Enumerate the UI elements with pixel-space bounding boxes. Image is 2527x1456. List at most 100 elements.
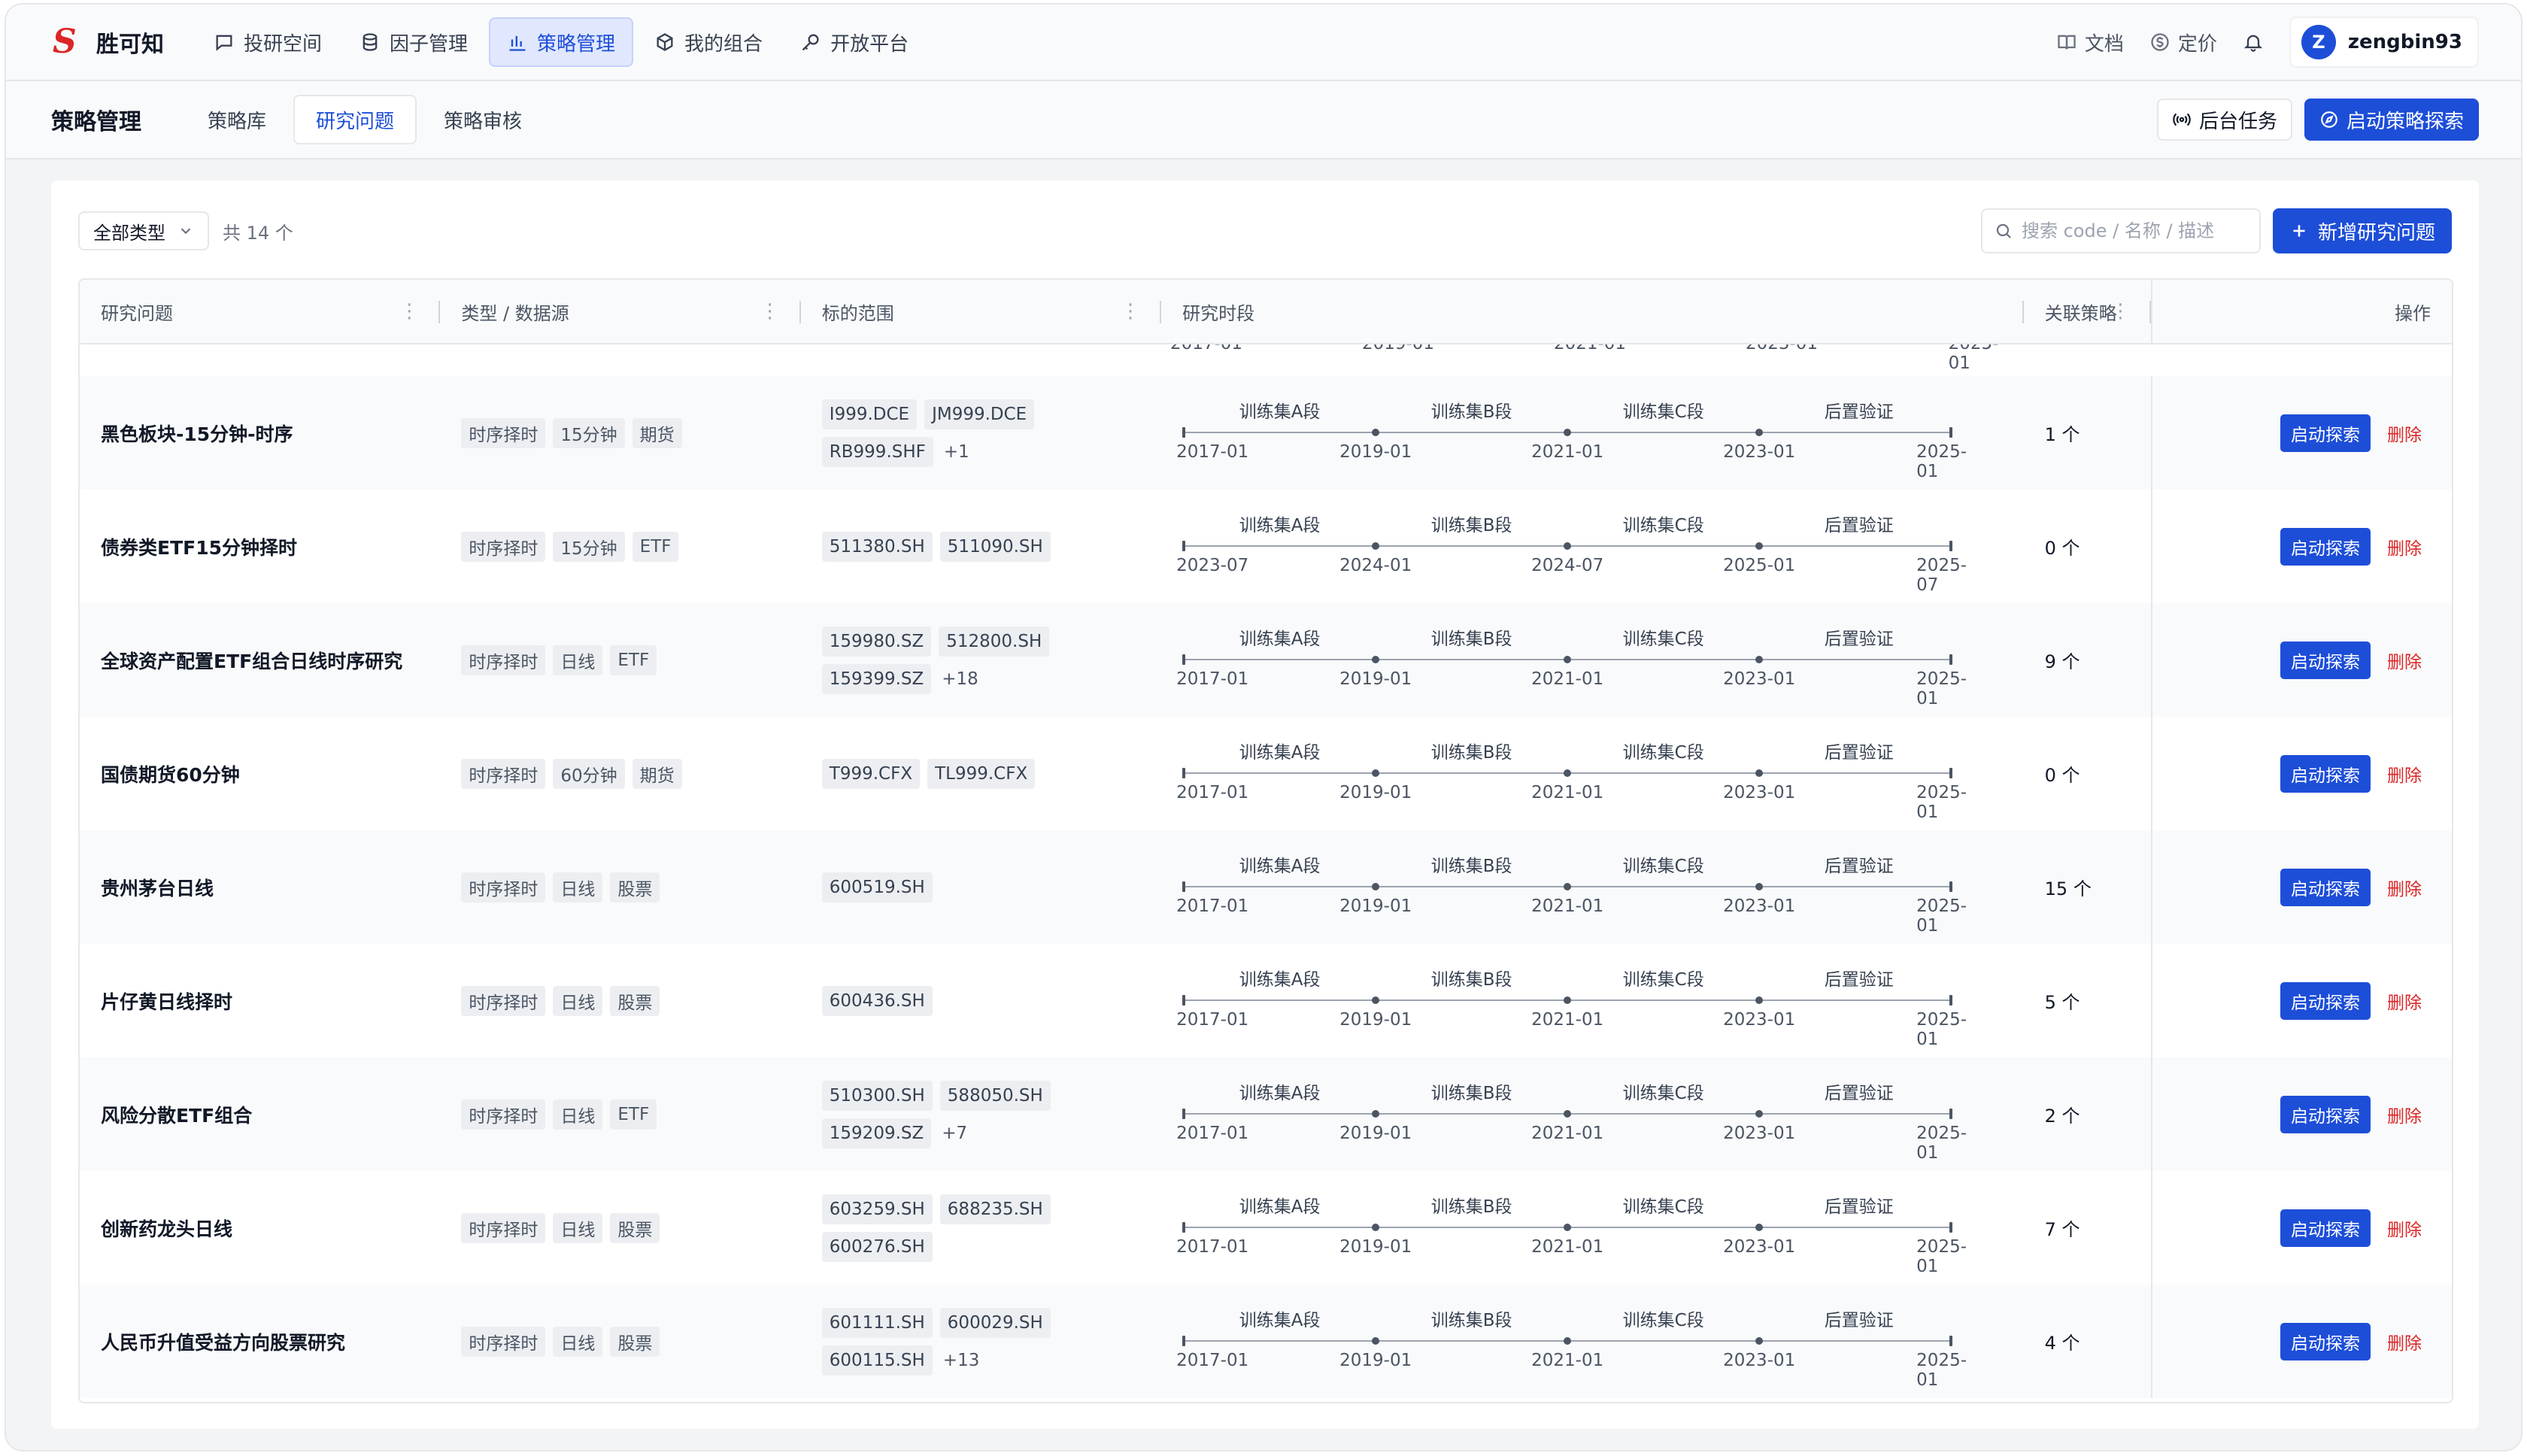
type-tag: ETF [610,1099,657,1130]
column-header-strategies[interactable]: 关联策略 ⋮ [2024,280,2152,343]
strategy-count[interactable]: 0 个 [2024,717,2152,830]
column-header-type[interactable]: 类型 / 数据源 ⋮ [440,280,801,343]
table-row[interactable]: 全球资产配置ETF组合日线时序研究 时序择时 日线 ETF 159980.SZ 51280… [80,603,2452,717]
book-icon [2058,35,2076,50]
start-strategy-explore-button[interactable]: 启动策略探索 [2304,99,2479,141]
header-label: 关联策略 [2044,302,2117,324]
question-name[interactable]: 黑色板块-15分钟-时序 [101,420,293,447]
question-name[interactable]: 贵州茅台日线 [101,874,214,901]
tab-strategy-review[interactable]: 策略审核 [423,95,543,144]
timeline-marker [1755,883,1764,890]
strategy-count[interactable]: 5 个 [2024,944,2152,1057]
strategy-count[interactable]: 9 个 [2024,603,2152,717]
tab-research-questions[interactable]: 研究问题 [293,95,417,144]
tab-strategy-library[interactable]: 策略库 [187,95,287,144]
question-name[interactable]: 风险分散ETF组合 [101,1101,252,1128]
table-row[interactable]: 黑色板块-15分钟-时序 时序择时 15分钟 期货 I999.DCE JM999.DCE R… [80,376,2452,490]
scrolled-row-remnant: 2017-01 2019-01 2021-01 2023-01 2025-01 [80,344,2452,376]
table-row[interactable]: 创新药龙头日线 时序择时 日线 股票 603259.SH 688235.SH 600276.… [80,1171,2452,1285]
more-symbols-count[interactable]: +18 [942,669,978,689]
table-row[interactable]: 债券类ETF15分钟择时 时序择时 15分钟 ETF 511380.SH 511090.S… [80,490,2452,603]
notifications-button[interactable] [2243,32,2264,53]
strategy-count[interactable]: 1 个 [2024,376,2152,490]
logo[interactable]: S 胜可知 [53,26,164,59]
question-name[interactable]: 全球资产配置ETF组合日线时序研究 [101,647,402,674]
symbol-list: T999.CFX TL999.CFX [821,758,1036,789]
search-input[interactable] [2021,220,2247,241]
segment-label: 训练集A段 [1239,629,1321,649]
symbol-code: 511380.SH [821,531,933,562]
add-research-question-button[interactable]: 新增研究问题 [2272,208,2452,253]
background-tasks-button[interactable]: 后台任务 [2156,99,2292,141]
strategy-count[interactable]: 0 个 [2024,490,2152,603]
start-explore-button[interactable]: 启动探索 [2280,868,2371,906]
more-symbols-count[interactable]: +7 [942,1124,967,1143]
table-row[interactable]: 国债期货60分钟 时序择时 60分钟 期货 T999.CFX TL999.CFX 训练集A段… [80,717,2452,830]
delete-button[interactable]: 删除 [2387,534,2422,560]
symbol-line: 600276.SH [821,1231,1051,1262]
table-row[interactable]: 人民币升值受益方向股票研究 时序择时 日线 股票 601111.SH 600029.SH 6… [80,1285,2452,1398]
start-explore-button[interactable]: 启动探索 [2280,981,2371,1020]
column-header-symbols[interactable]: 标的范围 ⋮ [801,280,1162,343]
start-explore-button[interactable]: 启动探索 [2280,1095,2371,1133]
pricing-link[interactable]: 定价 [2149,29,2217,56]
search-box[interactable] [1980,208,2261,253]
delete-button[interactable]: 删除 [2387,1215,2422,1241]
question-cell: 片仔黄日线择时 [80,944,440,1057]
start-explore-button[interactable]: 启动探索 [2280,754,2371,793]
strategy-count[interactable]: 2 个 [2024,1057,2152,1171]
docs-link[interactable]: 文档 [2056,29,2124,56]
start-explore-button[interactable]: 启动探索 [2280,414,2371,452]
compass-icon [2321,111,2337,128]
column-header-question[interactable]: 研究问题 ⋮ [80,280,441,343]
more-symbols-count[interactable]: +1 [944,442,969,462]
chat-icon [216,35,232,51]
type-tag: 时序择时 [461,1212,546,1243]
delete-button[interactable]: 删除 [2387,1102,2422,1127]
column-header-period[interactable]: 研究时段 [1161,280,2024,343]
column-menu-icon[interactable]: ⋮ [760,300,780,323]
question-name[interactable]: 国债期货60分钟 [101,760,240,787]
timeline-date: 2023-01 [1746,344,1818,353]
start-explore-button[interactable]: 启动探索 [2280,641,2371,679]
nav-item-open-platform[interactable]: 开放平台 [784,17,925,67]
symbol-code: 159980.SZ [821,626,932,657]
timeline-date: 2023-01 [1723,442,1796,462]
delete-button[interactable]: 删除 [2387,1329,2422,1354]
nav-item-research-space[interactable]: 投研空间 [197,17,338,67]
nav-item-my-portfolio[interactable]: 我的组合 [638,17,779,67]
timeline-marker [1182,1222,1186,1233]
page-title: 策略管理 [51,109,141,135]
type-filter-select[interactable]: 全部类型 [78,211,209,250]
type-tags: 时序择时 日线 股票 [461,985,660,1016]
delete-button[interactable]: 删除 [2387,648,2422,673]
start-explore-button[interactable]: 启动探索 [2280,527,2371,566]
nav-item-factor-management[interactable]: 因子管理 [343,17,484,67]
delete-button[interactable]: 删除 [2387,875,2422,900]
more-symbols-count[interactable]: +13 [943,1351,980,1370]
table-row[interactable]: 风险分散ETF组合 时序择时 日线 ETF 510300.SH 588050.SH 1592… [80,1057,2452,1171]
timeline-cell: 训练集A段 训练集B段 训练集C段 后置验证 2017-01 2019-01 2021-01… [1161,1057,2023,1171]
delete-button[interactable]: 删除 [2387,761,2422,787]
delete-button[interactable]: 删除 [2387,988,2422,1014]
nav-item-strategy-management[interactable]: 策略管理 [489,17,634,67]
question-name[interactable]: 人民币升值受益方向股票研究 [101,1328,345,1355]
user-menu[interactable]: Z zengbin93 [2289,17,2479,68]
table-row[interactable]: 贵州茅台日线 时序择时 日线 股票 600519.SH 训练集A段 训练集B段 训练集C段 后置… [80,830,2452,944]
column-menu-icon[interactable]: ⋮ [399,300,419,323]
strategy-count[interactable]: 7 个 [2024,1171,2152,1285]
database-icon [363,33,378,51]
strategy-count[interactable]: 15 个 [2024,830,2152,944]
delete-button[interactable]: 删除 [2387,420,2422,446]
column-menu-icon[interactable]: ⋮ [1121,300,1140,323]
strategy-count[interactable]: 4 个 [2024,1285,2152,1398]
table-row[interactable]: 片仔黄日线择时 时序择时 日线 股票 600436.SH 训练集A段 训练集B段 训练集C段 后… [80,944,2452,1057]
column-menu-icon[interactable]: ⋮ [2110,300,2130,323]
question-name[interactable]: 片仔黄日线择时 [101,987,232,1015]
question-name[interactable]: 创新药龙头日线 [101,1215,232,1242]
start-explore-button[interactable]: 启动探索 [2280,1209,2371,1247]
question-cell: 人民币升值受益方向股票研究 [80,1285,440,1398]
segment-label: 训练集B段 [1430,1084,1512,1103]
question-name[interactable]: 债券类ETF15分钟择时 [101,533,297,560]
start-explore-button[interactable]: 启动探索 [2280,1322,2371,1360]
